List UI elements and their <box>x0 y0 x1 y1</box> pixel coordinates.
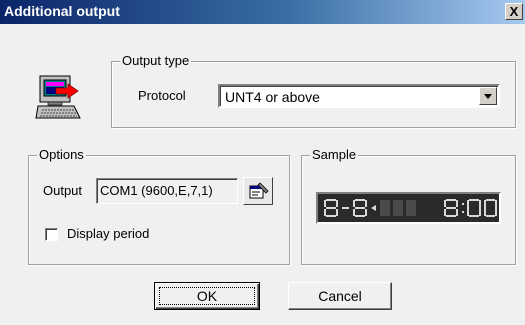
display-period-label[interactable]: Display period <box>67 226 149 242</box>
output-type-group-label: Output type <box>120 53 192 69</box>
computer-icon <box>35 75 81 119</box>
display-period-checkbox[interactable] <box>45 228 58 241</box>
sample-group-label: Sample <box>310 147 359 163</box>
close-button[interactable]: X <box>505 3 523 20</box>
cancel-button[interactable]: Cancel <box>288 282 392 310</box>
sample-display <box>316 192 501 224</box>
output-port-value: COM1 (9600,E,7,1) <box>100 183 213 198</box>
window-title: Additional output <box>4 3 120 19</box>
chevron-down-icon[interactable] <box>479 87 497 105</box>
protocol-select-value: UNT4 or above <box>225 89 320 105</box>
ok-button[interactable]: OK <box>154 282 260 310</box>
output-port-field[interactable]: COM1 (9600,E,7,1) <box>96 178 238 204</box>
output-port-label: Output <box>43 183 83 198</box>
options-group-label: Options <box>37 147 86 163</box>
protocol-select[interactable]: UNT4 or above <box>218 84 500 108</box>
ok-button-label: OK <box>196 288 218 304</box>
segment-display-digits <box>324 199 497 217</box>
title-bar: Additional output X <box>0 0 525 24</box>
close-icon: X <box>509 4 519 19</box>
port-settings-button[interactable] <box>243 177 273 205</box>
protocol-label: Protocol <box>138 88 186 103</box>
options-group: Options <box>28 147 290 265</box>
properties-icon <box>249 182 269 199</box>
cancel-button-label: Cancel <box>318 288 362 304</box>
